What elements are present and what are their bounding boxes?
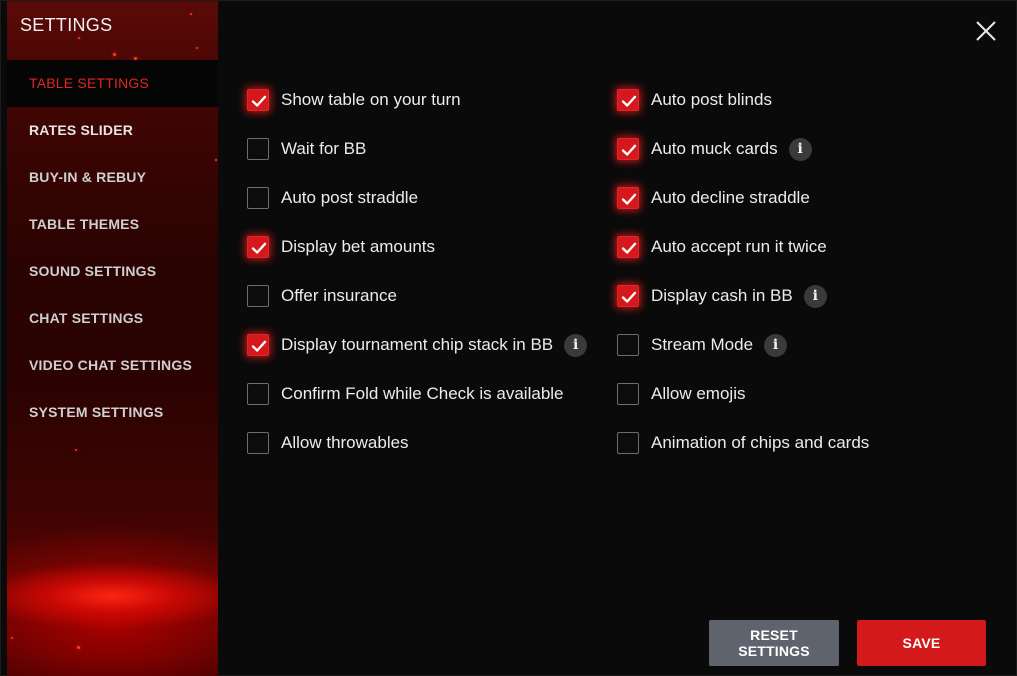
option-row[interactable]: Display cash in BB i xyxy=(617,279,827,313)
option-label: Auto post blinds xyxy=(651,90,772,109)
nav-item-video-chat-settings[interactable]: VIDEO CHAT SETTINGS xyxy=(7,342,218,389)
option-checkbox[interactable] xyxy=(247,138,269,160)
option-row[interactable]: Auto post straddle xyxy=(247,181,418,215)
option-label: Auto decline straddle xyxy=(651,188,810,207)
checkmark-icon xyxy=(621,95,637,107)
option-checkbox[interactable] xyxy=(617,383,639,405)
nav-item-table-settings[interactable]: TABLE SETTINGS xyxy=(7,60,218,107)
option-checkbox[interactable] xyxy=(617,89,639,111)
option-label: Wait for BB xyxy=(281,139,367,158)
option-label: Allow throwables xyxy=(281,433,409,452)
save-button[interactable]: SAVE xyxy=(857,620,986,666)
checkmark-icon xyxy=(621,291,637,303)
checkmark-icon xyxy=(251,242,267,254)
option-row[interactable]: Auto accept run it twice xyxy=(617,230,827,264)
option-checkbox[interactable] xyxy=(247,383,269,405)
nav-item-table-themes[interactable]: TABLE THEMES xyxy=(7,201,218,248)
option-row[interactable]: Auto post blinds xyxy=(617,83,772,117)
decorative-spark xyxy=(77,646,80,649)
option-row[interactable]: Auto muck cards i xyxy=(617,132,812,166)
info-icon[interactable]: i xyxy=(803,284,827,308)
option-row[interactable]: Display tournament chip stack in BB i xyxy=(247,328,588,362)
checkmark-icon xyxy=(621,242,637,254)
option-row[interactable]: Display bet amounts xyxy=(247,230,435,264)
option-checkbox[interactable] xyxy=(247,187,269,209)
option-checkbox[interactable] xyxy=(617,432,639,454)
settings-sidebar: SETTINGS TABLE SETTINGS RATES SLIDER BUY… xyxy=(7,1,218,676)
option-row[interactable]: Stream Mode i xyxy=(617,328,788,362)
option-label: Allow emojis xyxy=(651,384,746,403)
option-label: Auto muck cards xyxy=(651,139,778,158)
option-checkbox[interactable] xyxy=(617,236,639,258)
option-checkbox[interactable] xyxy=(247,334,269,356)
checkmark-icon xyxy=(621,144,637,156)
info-icon[interactable]: i xyxy=(788,137,812,161)
option-checkbox[interactable] xyxy=(247,89,269,111)
option-label: Stream Mode xyxy=(651,335,754,354)
option-label: Display cash in BB xyxy=(651,286,793,305)
checkmark-icon xyxy=(621,193,637,205)
sidebar-title: SETTINGS xyxy=(20,15,113,35)
option-checkbox[interactable] xyxy=(617,334,639,356)
option-checkbox[interactable] xyxy=(247,432,269,454)
option-row[interactable]: Allow throwables xyxy=(247,426,409,460)
reset-settings-button[interactable]: RESET SETTINGS xyxy=(709,620,839,666)
option-label: Display tournament chip stack in BB xyxy=(281,335,554,354)
decorative-spark xyxy=(113,53,116,56)
decorative-spark xyxy=(190,13,192,15)
decorative-spark xyxy=(196,47,198,49)
checkmark-icon xyxy=(251,340,267,352)
close-button[interactable] xyxy=(974,19,998,43)
option-row[interactable]: Show table on your turn xyxy=(247,83,461,117)
option-label: Display bet amounts xyxy=(281,237,436,256)
option-label: Confirm Fold while Check is available xyxy=(281,384,564,403)
nav-item-buy-in-rebuy[interactable]: BUY-IN & REBUY xyxy=(7,154,218,201)
option-row[interactable]: Allow emojis xyxy=(617,377,745,411)
option-label: Offer insurance xyxy=(281,286,397,305)
option-row[interactable]: Auto decline straddle xyxy=(617,181,810,215)
option-checkbox[interactable] xyxy=(247,285,269,307)
nav-item-system-settings[interactable]: SYSTEM SETTINGS xyxy=(7,389,218,436)
info-icon[interactable]: i xyxy=(564,333,588,357)
nav-item-rates-slider[interactable]: RATES SLIDER xyxy=(7,107,218,154)
option-checkbox[interactable] xyxy=(247,236,269,258)
option-checkbox[interactable] xyxy=(617,187,639,209)
nav-item-sound-settings[interactable]: SOUND SETTINGS xyxy=(7,248,218,295)
close-icon xyxy=(976,21,996,41)
option-label: Auto accept run it twice xyxy=(651,237,827,256)
option-checkbox[interactable] xyxy=(617,138,639,160)
decorative-spark xyxy=(78,37,80,39)
option-label: Auto post straddle xyxy=(281,188,419,207)
option-row[interactable]: Offer insurance xyxy=(247,279,397,313)
checkmark-icon xyxy=(251,95,267,107)
decorative-spark xyxy=(75,449,77,451)
option-row[interactable]: Wait for BB xyxy=(247,132,366,166)
decorative-spark xyxy=(11,637,13,639)
settings-dialog: SETTINGS TABLE SETTINGS RATES SLIDER BUY… xyxy=(0,0,1017,676)
option-row[interactable]: Confirm Fold while Check is available xyxy=(247,377,564,411)
nav-item-chat-settings[interactable]: CHAT SETTINGS xyxy=(7,295,218,342)
option-checkbox[interactable] xyxy=(617,285,639,307)
option-row[interactable]: Animation of chips and cards xyxy=(617,426,869,460)
settings-nav: TABLE SETTINGS RATES SLIDER BUY-IN & REB… xyxy=(7,60,218,436)
info-icon[interactable]: i xyxy=(764,333,788,357)
option-label: Show table on your turn xyxy=(281,90,461,109)
option-label: Animation of chips and cards xyxy=(651,433,870,452)
